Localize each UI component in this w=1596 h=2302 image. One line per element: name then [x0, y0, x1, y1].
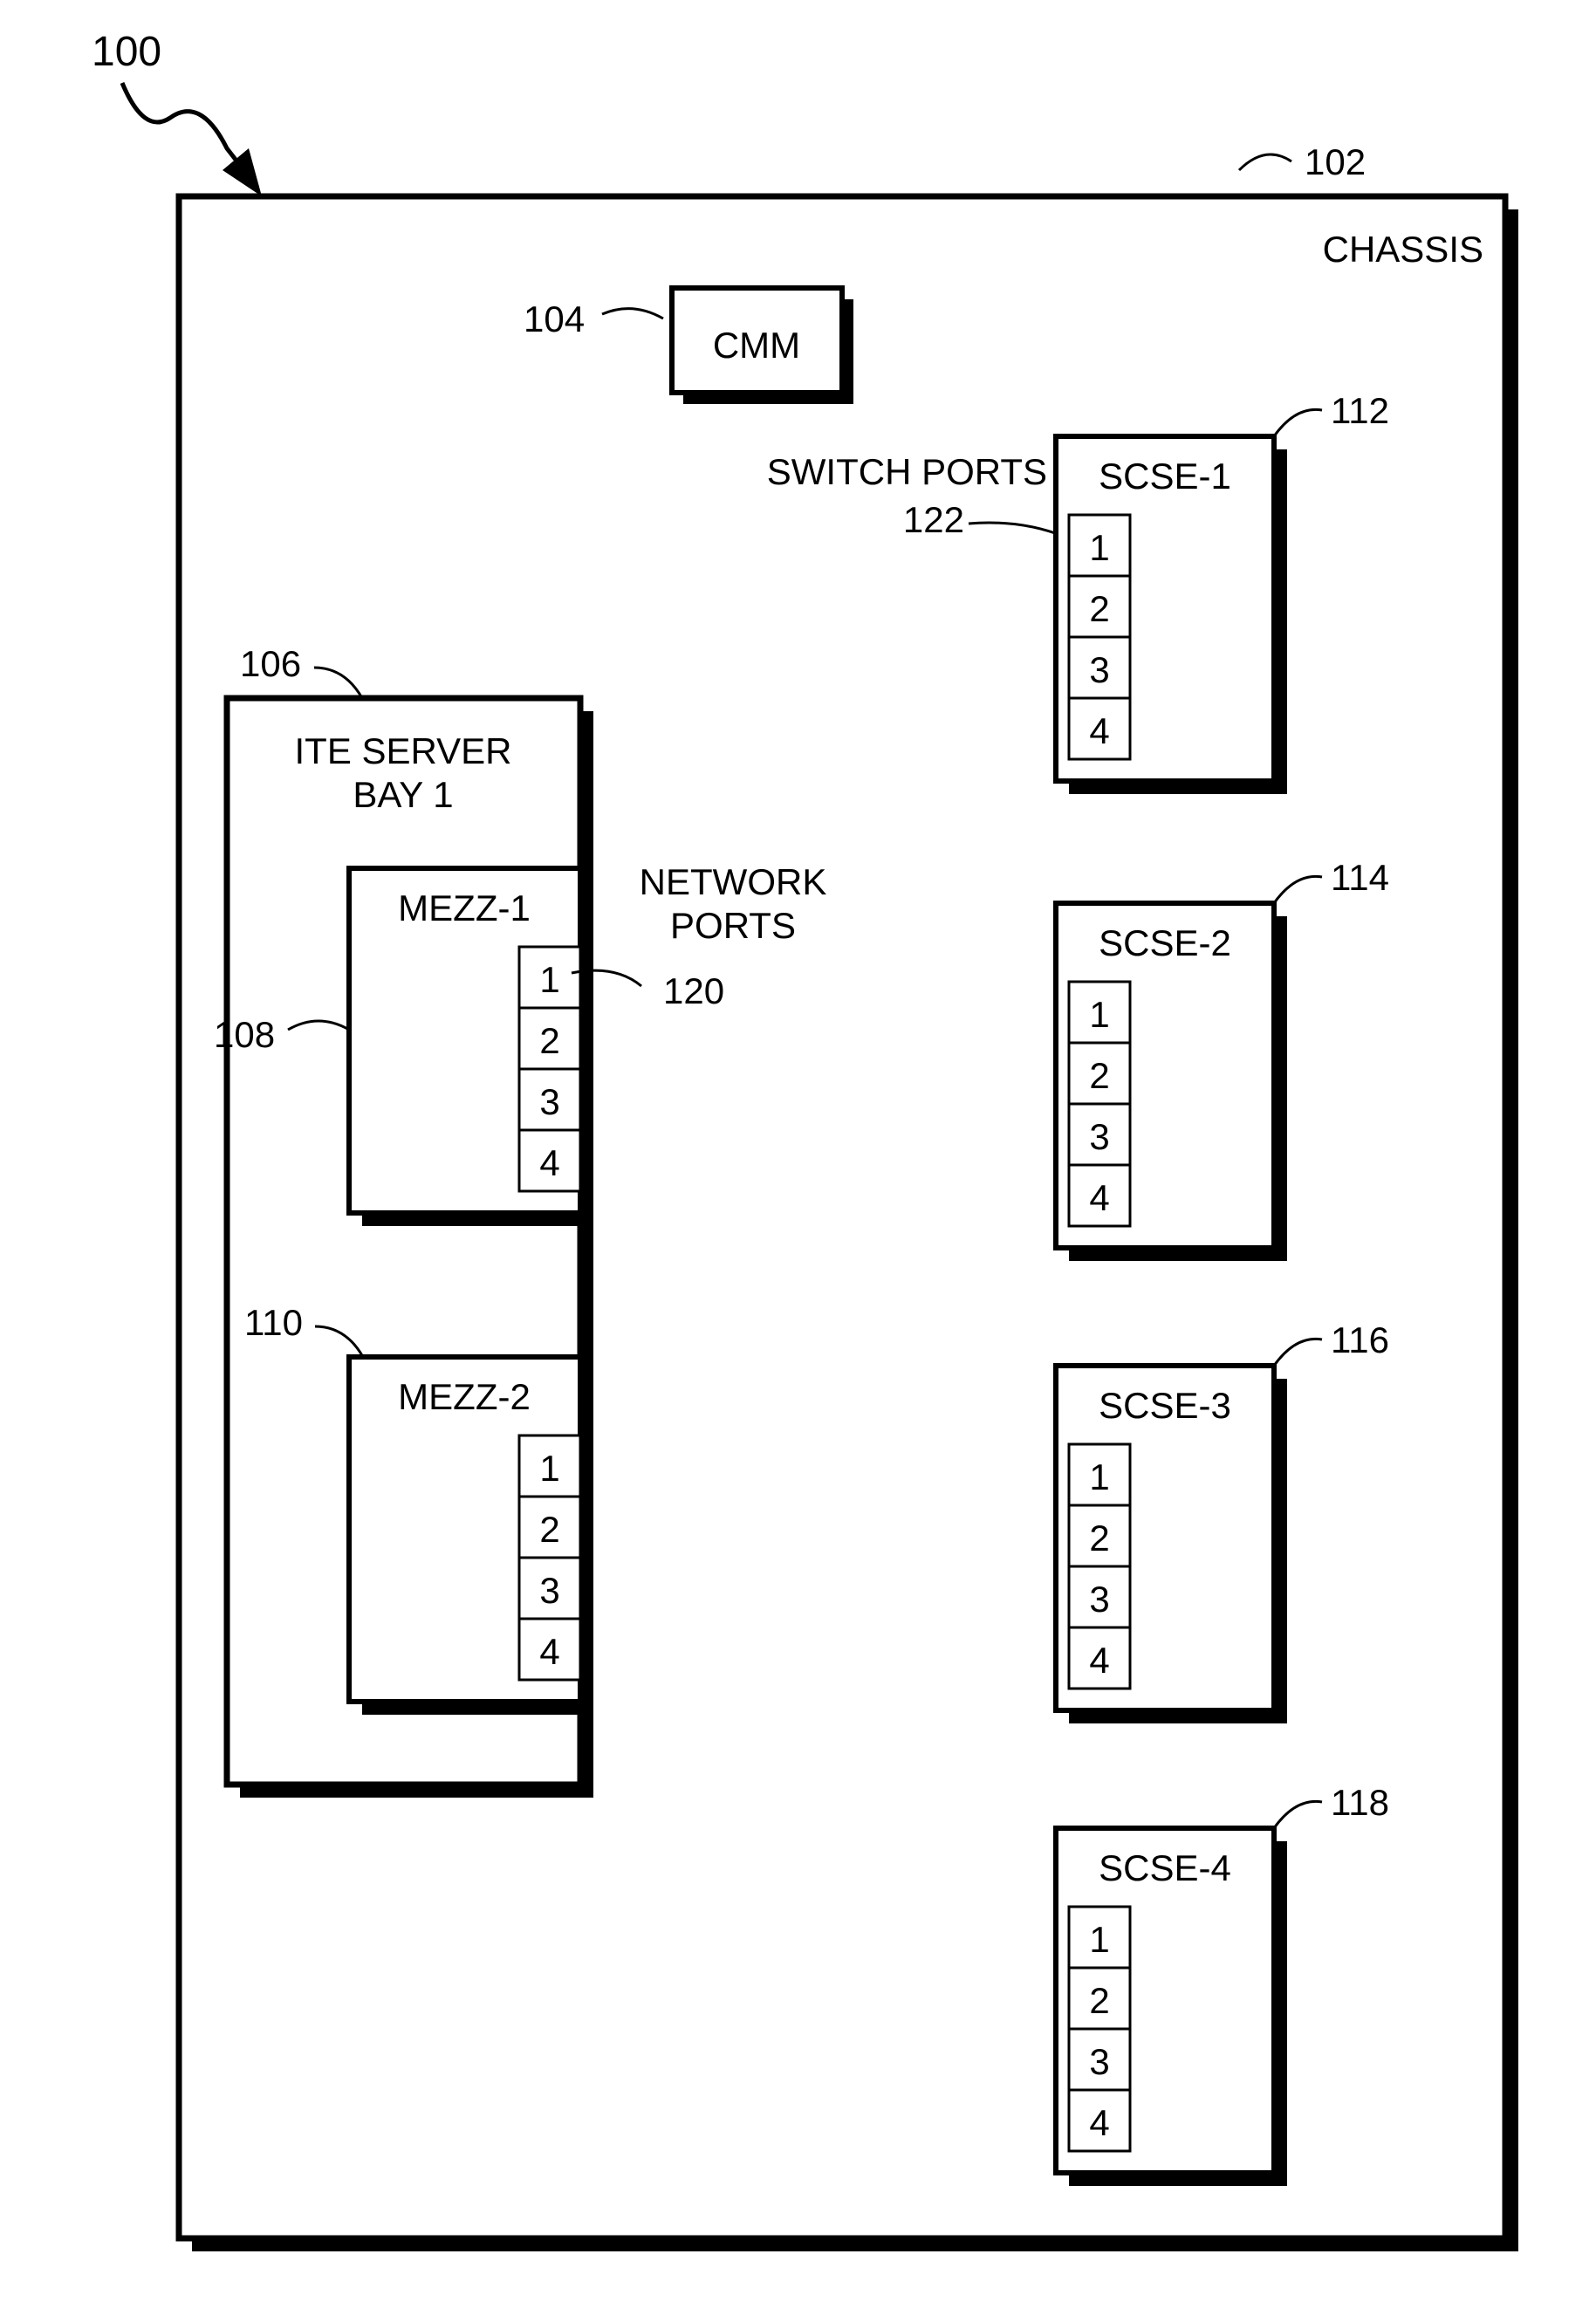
mezz1-label: MEZZ-1 [398, 887, 531, 928]
scse4-ports: 1 2 3 4 [1069, 1907, 1130, 2151]
mezz1-port-4: 4 [539, 1142, 559, 1183]
scse2-port-3: 3 [1089, 1116, 1109, 1157]
scse4-port-3: 3 [1089, 2041, 1109, 2082]
scse2-ports: 1 2 3 4 [1069, 982, 1130, 1226]
scse1-port-1: 1 [1089, 527, 1109, 568]
ref-106: 106 [240, 643, 301, 684]
scse1-port-3: 3 [1089, 649, 1109, 690]
scse3-port-1: 1 [1089, 1456, 1109, 1497]
chassis-label: CHASSIS [1323, 229, 1483, 270]
mezz2-port-2: 2 [539, 1509, 559, 1550]
mezz1-ports: 1 2 3 4 [519, 947, 580, 1191]
ref-100: 100 [92, 29, 161, 75]
scse2-label: SCSE-2 [1099, 922, 1231, 963]
ref-116: 116 [1331, 1319, 1389, 1360]
mezz1-port-1: 1 [539, 959, 559, 1000]
scse2-port-1: 1 [1089, 994, 1109, 1035]
arrow-100-head [223, 148, 262, 196]
ref-104: 104 [524, 298, 585, 339]
scse3-label: SCSE-3 [1099, 1385, 1231, 1426]
mezz2-label: MEZZ-2 [398, 1376, 531, 1417]
ref-122: 122 [903, 499, 964, 540]
scse2-port-2: 2 [1089, 1055, 1109, 1096]
scse4-label: SCSE-4 [1099, 1847, 1231, 1888]
ref-114: 114 [1331, 857, 1389, 898]
switch-ports-label: SWITCH PORTS [767, 451, 1047, 492]
leader-102 [1239, 154, 1291, 170]
ref-118: 118 [1331, 1782, 1389, 1823]
mezz1-port-2: 2 [539, 1020, 559, 1061]
ref-108: 108 [214, 1014, 275, 1055]
ref-112: 112 [1331, 390, 1389, 431]
scse1-port-2: 2 [1089, 588, 1109, 629]
mezz2-port-1: 1 [539, 1448, 559, 1489]
scse3-port-3: 3 [1089, 1579, 1109, 1620]
scse2-port-4: 4 [1089, 1177, 1109, 1218]
scse3-ports: 1 2 3 4 [1069, 1444, 1130, 1689]
ref-110: 110 [244, 1302, 303, 1343]
mezz1-port-3: 3 [539, 1081, 559, 1122]
mezz2-port-3: 3 [539, 1570, 559, 1611]
scse1-port-4: 4 [1089, 710, 1109, 751]
scse3-port-2: 2 [1089, 1518, 1109, 1559]
ref-120: 120 [663, 970, 724, 1011]
network-ports-l1: NETWORK [640, 861, 827, 902]
ite-label-l1: ITE SERVER [295, 730, 512, 771]
ite-label-l2: BAY 1 [353, 774, 453, 815]
scse4-port-2: 2 [1089, 1980, 1109, 2021]
scse4-port-1: 1 [1089, 1919, 1109, 1960]
network-ports-l2: PORTS [670, 905, 796, 946]
scse1-label: SCSE-1 [1099, 456, 1231, 497]
diagram-canvas: 100 CHASSIS 102 CMM 104 106 ITE SERVER B… [0, 0, 1596, 2302]
scse3-port-4: 4 [1089, 1640, 1109, 1681]
ref-102: 102 [1305, 141, 1366, 182]
scse4-port-4: 4 [1089, 2102, 1109, 2143]
mezz2-port-4: 4 [539, 1631, 559, 1672]
cmm-label: CMM [713, 325, 800, 366]
scse1-ports: 1 2 3 4 [1069, 515, 1130, 759]
mezz2-ports: 1 2 3 4 [519, 1435, 580, 1680]
